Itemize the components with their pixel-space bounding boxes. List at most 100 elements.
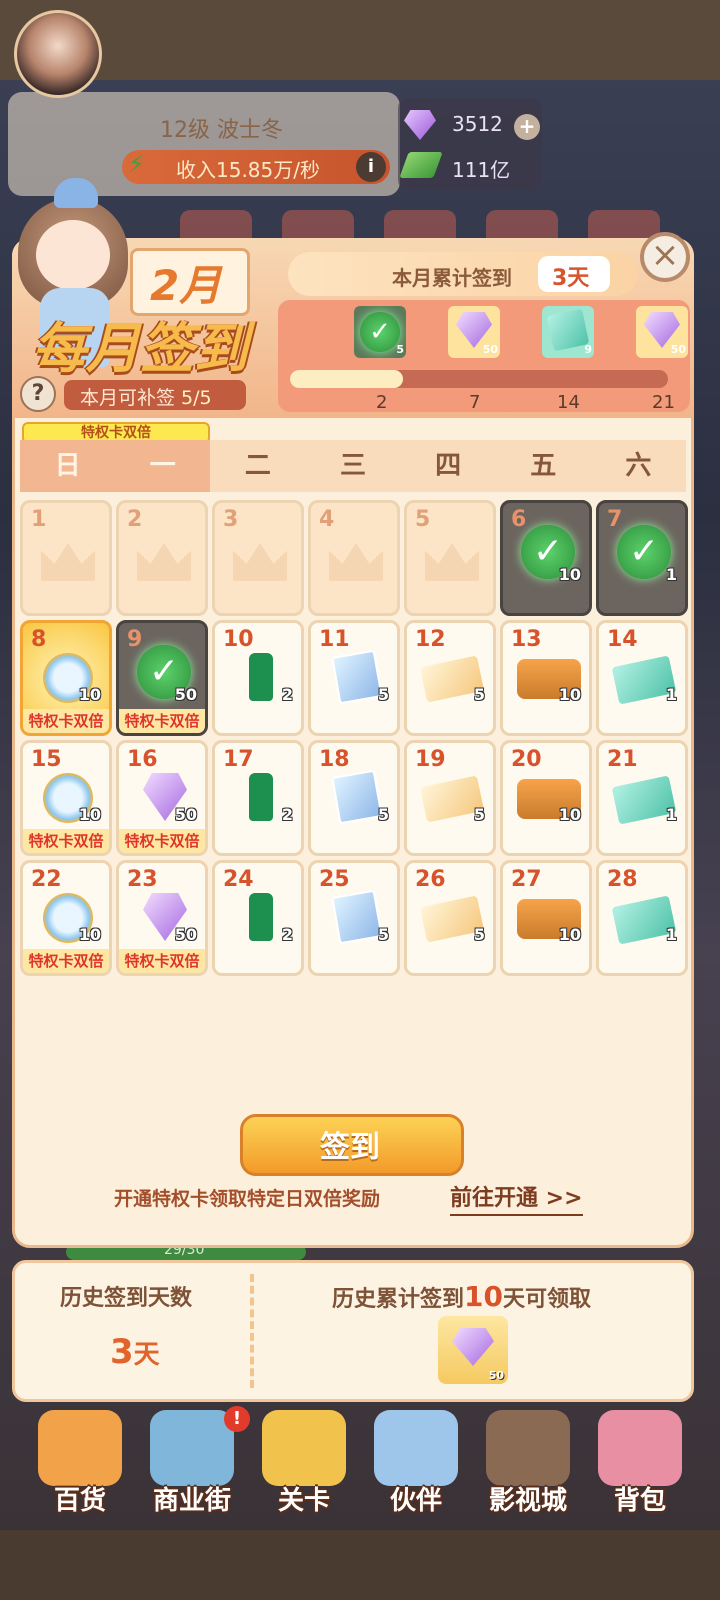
makeup-count: 5/5 [181,387,212,409]
calendar-day-cell[interactable]: 7 ✓ 1 [596,500,688,616]
history-days-number: 3 [110,1332,134,1372]
calendar-day-number: 28 [607,867,638,892]
reward-quantity: 50 [174,925,197,944]
reward-quantity: 10 [558,565,581,584]
calendar-day-cell[interactable]: 20 10 [500,740,592,856]
reward-quantity: 1 [665,925,677,944]
crown-icon [425,543,479,581]
reward-quantity: 1 [665,685,677,704]
partner-icon [374,1410,458,1486]
bottle-icon [249,773,273,821]
nav-label: 影视城 [488,1486,567,1516]
calendar-day-cell[interactable]: 14 1 [596,620,688,736]
go-activate-link[interactable]: 前往开通 >> [450,1180,583,1216]
calendar-day-number: 10 [223,627,254,652]
calendar-day-cell[interactable]: 28 1 [596,860,688,976]
gem-count: 3512 [452,112,503,136]
milestone-reward-check-icon[interactable]: ✓ 5 [354,306,406,358]
calendar-day-cell[interactable]: 13 10 [500,620,592,736]
calendar-day-cell[interactable]: 22 10 特权卡双倍 [20,860,112,976]
milestone-reward-gem-icon[interactable]: 50 [448,306,500,358]
sign-in-label[interactable]: 签到 [320,1122,380,1166]
reward-quantity: 50 [174,805,197,824]
calendar-day-number: 25 [319,867,350,892]
nav-label: 商业街 [152,1486,231,1516]
nav-label: 伙伴 [389,1486,442,1516]
info-icon[interactable]: i [356,152,386,182]
calendar-day-cell[interactable]: 2 [116,500,208,616]
milestone-reward-ticket-icon[interactable]: 9 [542,306,594,358]
weekday-label: 六 [590,440,686,492]
calendar-day-cell[interactable]: 16 50 特权卡双倍 [116,740,208,856]
calendar-day-cell[interactable]: 8 10 特权卡双倍 [20,620,112,736]
calendar-day-cell[interactable]: 23 50 特权卡双倍 [116,860,208,976]
nav-label: 百货 [53,1486,106,1516]
crown-icon [329,543,383,581]
add-gems-plus-icon[interactable]: + [514,114,540,140]
history-days-label: 历史签到天数 [60,1286,193,1311]
double-reward-tag: 特权卡双倍 [23,709,109,733]
calendar-grid: 1 2 3 4 5 6 ✓ 10 7 ✓ 1 8 10 特权卡双倍 9 ✓ 50 特权卡双倍 10 2 11 5 12 5 13… [20,500,688,976]
milestone-reward-gem-icon[interactable]: 50 [636,306,688,358]
reward-quantity: 5 [377,805,389,824]
nav-label: 背包 [613,1486,666,1516]
street-icon [150,1410,234,1486]
history-reward-prefix: 历史累计签到 [332,1287,465,1312]
help-icon[interactable]: ? [20,376,56,412]
history-divider [250,1274,254,1388]
history-reward-item[interactable]: 50 [438,1316,508,1384]
calendar-day-cell[interactable]: 24 2 [212,860,304,976]
calendar-day-cell[interactable]: 5 [404,500,496,616]
calendar-day-cell[interactable]: 10 2 [212,620,304,736]
reward-quantity: 2 [281,685,293,704]
calendar-day-number: 7 [607,507,623,532]
cumulative-label: 本月累计签到 [392,266,512,290]
nav-item[interactable]: 关卡 [254,1406,354,1526]
calendar-day-cell[interactable]: 27 10 [500,860,592,976]
mystery-card-icon [331,769,383,825]
bottom-navigation: 百货 商业街! 关卡 伙伴 影视城 背包 [30,1406,690,1526]
income-text: 收入15.85万/秒 [176,158,320,182]
nav-item[interactable]: 伙伴 [366,1406,466,1526]
milestone-qty: 5 [396,343,404,356]
calendar-day-cell[interactable]: 15 10 特权卡双倍 [20,740,112,856]
calendar-day-cell[interactable]: 19 5 [404,740,496,856]
calendar-day-number: 3 [223,507,239,532]
calendar-day-cell[interactable]: 17 2 [212,740,304,856]
calendar-day-cell[interactable]: 3 [212,500,304,616]
weekday-label: 日 [20,440,116,492]
reward-quantity: 2 [281,925,293,944]
calendar-day-number: 24 [223,867,254,892]
calendar-day-cell[interactable]: 21 1 [596,740,688,856]
milestone-progress-fill [290,370,404,388]
calendar-day-number: 11 [319,627,350,652]
weekday-label: 一 [115,440,211,492]
modal-title: 每月签到 [32,317,248,380]
calendar-day-number: 18 [319,747,350,772]
calendar-day-cell[interactable]: 26 5 [404,860,496,976]
bottle-icon [249,653,273,701]
calendar-day-cell[interactable]: 18 5 [308,740,400,856]
player-avatar[interactable] [14,10,102,98]
calendar-day-cell[interactable]: 6 ✓ 10 [500,500,592,616]
makeup-label: 本月可补签 [80,387,182,409]
history-reward-qty: 50 [488,1369,504,1382]
nav-item[interactable]: 背包 [590,1406,690,1526]
player-level-name: 12级 波士冬 [160,118,283,143]
calendar-day-cell[interactable]: 4 [308,500,400,616]
calendar-day-cell[interactable]: 11 5 [308,620,400,736]
double-reward-tag: 特权卡双倍 [119,949,205,973]
calendar-day-cell[interactable]: 25 5 [308,860,400,976]
crown-icon [41,543,95,581]
calendar-day-cell[interactable]: 12 5 [404,620,496,736]
reward-quantity: 1 [665,565,677,584]
nav-item[interactable]: 影视城 [478,1406,578,1526]
close-button[interactable]: × [640,232,690,282]
check-icon: ✓ [617,525,671,579]
calendar-day-cell[interactable]: 1 [20,500,112,616]
reward-quantity: 10 [78,805,101,824]
nav-item[interactable]: 百货 [30,1406,130,1526]
calendar-day-cell[interactable]: 9 ✓ 50 特权卡双倍 [116,620,208,736]
milestone-day: 7 [469,392,481,413]
nav-item[interactable]: 商业街! [142,1406,250,1526]
